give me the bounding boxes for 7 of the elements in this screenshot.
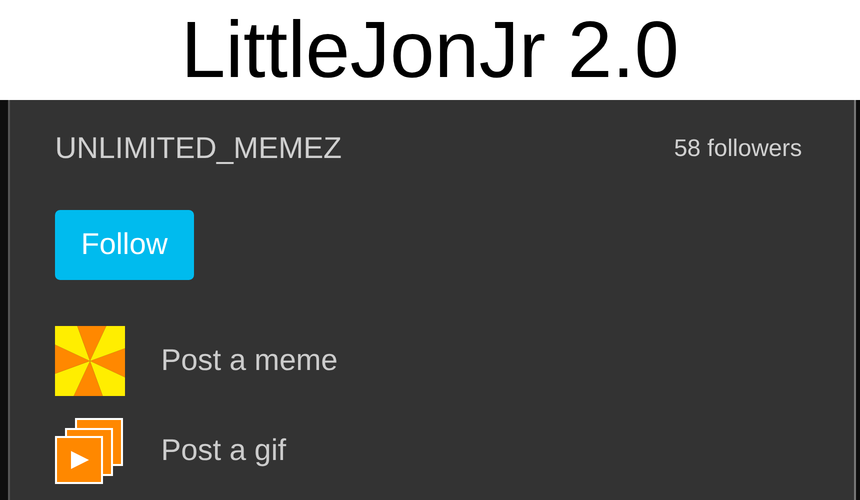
play-stack-icon bbox=[55, 418, 125, 484]
stream-name: UNLIMITED_MEMEZ bbox=[55, 132, 342, 166]
post-link[interactable]: Post a meme bbox=[161, 344, 338, 378]
post-link[interactable]: Post a gif bbox=[161, 434, 286, 468]
caption: LittleJonJr 2.0 bbox=[180, 10, 680, 90]
pinwheel-icon bbox=[55, 326, 125, 396]
follower-count: 58 followers bbox=[674, 135, 802, 163]
